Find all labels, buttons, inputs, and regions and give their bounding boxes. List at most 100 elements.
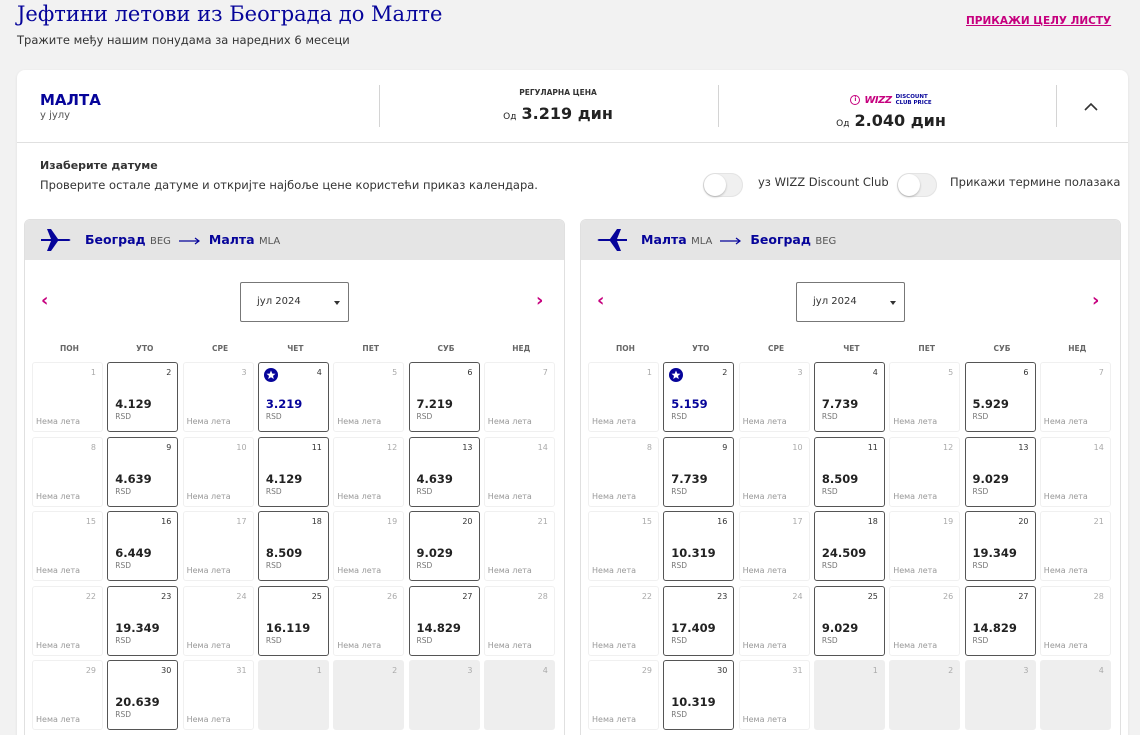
day-number: 6 (1023, 368, 1029, 377)
day-number: 9 (166, 442, 172, 452)
select-dates-title: Изаберите датуме (40, 159, 158, 172)
month-select[interactable]: јул 2024 (796, 282, 905, 322)
day-number: 29 (85, 666, 96, 675)
day-price: 10.319 (671, 695, 716, 709)
calendar-day[interactable]: 9 4.639 RSD (107, 436, 179, 507)
day-price: 4.129 (115, 397, 152, 411)
calendar-day[interactable]: 27 14.829 RSD (408, 585, 480, 656)
destination-summary[interactable]: МАЛТА у јулу РЕГУЛАРНА ЦЕНА Од 3.219 дин… (17, 70, 1128, 143)
no-flights-label: Нема лета (742, 566, 787, 575)
calendar-day[interactable]: 6 7.219 RSD (408, 362, 480, 432)
calendar-day: 5 Нема лета (889, 362, 961, 432)
calendar-day[interactable]: 2 4.129 RSD (107, 362, 179, 432)
regular-price-block: РЕГУЛАРНА ЦЕНА Од 3.219 дин (408, 86, 708, 123)
day-number: 9 (722, 442, 728, 452)
day-number: 26 (943, 591, 954, 601)
info-icon[interactable]: i (850, 95, 861, 105)
day-number: 3 (241, 368, 247, 377)
no-flights-label: Нема лета (1043, 566, 1088, 575)
no-flights-label: Нема лета (592, 491, 637, 501)
calendar-day[interactable]: 20 9.029 RSD (408, 511, 480, 581)
calendar-day[interactable]: 11 8.509 RSD (813, 436, 885, 507)
prev-month-chevron-icon[interactable]: ‹ (597, 290, 604, 311)
no-flights-label: Нема лета (487, 417, 532, 426)
select-dates-subtitle: Проверите остале датуме и откријте најбо… (40, 178, 538, 192)
day-price: 8.509 (821, 471, 859, 486)
calendar-day[interactable]: 27 14.829 RSD (964, 585, 1036, 656)
calendar-day[interactable]: 16 10.319 RSD (663, 511, 735, 581)
day-currency: RSD (115, 412, 132, 421)
calendar-day: 21 Нема лета (1039, 511, 1111, 581)
calendar-day: 12 Нема лета (333, 436, 405, 507)
day-price: 19.349 (115, 620, 160, 635)
day-price: 9.029 (821, 620, 859, 635)
calendar-day[interactable]: 4 7.739 RSD (813, 362, 885, 432)
next-month-chevron-icon[interactable]: › (536, 290, 543, 311)
no-flights-label: Нема лета (592, 566, 637, 575)
day-currency: RSD (265, 412, 282, 421)
from-code: MLA (691, 236, 713, 247)
no-flights-label: Нема лета (36, 715, 81, 724)
calendar-day[interactable]: 30 10.319 RSD (663, 660, 735, 730)
day-number: 17 (792, 517, 803, 526)
calendar-day: 12 Нема лета (889, 436, 961, 507)
calendar-day[interactable]: 2 5.159 RSD (663, 362, 735, 432)
calendar-day[interactable]: 30 20.639 RSD (107, 660, 179, 730)
month-select[interactable]: јул 2024 (240, 282, 349, 322)
day-currency: RSD (972, 635, 989, 645)
day-price: 20.639 (115, 695, 160, 709)
calendar-day[interactable]: 6 5.929 RSD (964, 362, 1036, 432)
day-number: 4 (542, 666, 548, 675)
day-number: 11 (311, 442, 322, 452)
calendar-day[interactable]: 18 8.509 RSD (257, 511, 329, 581)
calendar-day[interactable]: 25 16.119 RSD (257, 585, 329, 656)
calendar-day[interactable]: 9 7.739 RSD (663, 436, 735, 507)
destination-name: МАЛТА (40, 91, 101, 109)
departure-times-toggle[interactable] (897, 173, 937, 197)
day-number: 4 (1098, 666, 1104, 675)
day-number: 11 (867, 442, 878, 452)
calendar-day: 29 Нема лета (32, 660, 103, 730)
calendar-day[interactable]: 13 9.029 RSD (964, 436, 1036, 507)
day-number: 31 (792, 666, 803, 675)
calendar-day: 22 Нема лета (32, 585, 103, 656)
day-number: 17 (236, 517, 247, 526)
calendar-day: 14 Нема лета (483, 436, 555, 507)
calendar-day: 1 Нема лета (588, 362, 659, 432)
day-number: 14 (537, 442, 548, 452)
chevron-up-icon[interactable] (1079, 95, 1103, 119)
caret-down-icon (334, 301, 340, 305)
calendar-day: 19 Нема лета (333, 511, 405, 581)
calendar-day: 31 Нема лета (182, 660, 254, 730)
weekday-label: СУБ (437, 344, 455, 353)
calendar-day[interactable]: 16 6.449 RSD (107, 511, 179, 581)
calendar-day[interactable]: 13 4.639 RSD (408, 436, 480, 507)
day-currency: RSD (115, 710, 132, 719)
page-title: Јефтини летови из Београда до Малте (17, 2, 443, 26)
show-all-link[interactable]: ПРИКАЖИ ЦЕЛУ ЛИСТУ (966, 15, 1111, 27)
day-number: 3 (467, 666, 473, 675)
calendar-day[interactable]: 25 9.029 RSD (813, 585, 885, 656)
day-currency: RSD (821, 486, 838, 496)
day-price: 17.409 (671, 620, 716, 635)
next-month-chevron-icon[interactable]: › (1092, 290, 1099, 311)
day-price: 7.739 (671, 471, 708, 486)
calendar-day[interactable]: 4 3.219 RSD (257, 362, 329, 432)
calendar-day: 28 Нема лета (1039, 585, 1111, 656)
day-number: 30 (161, 666, 172, 675)
calendar-day[interactable]: 20 19.349 RSD (964, 511, 1036, 581)
day-number: 2 (166, 368, 172, 377)
calendar-day: 3 (964, 660, 1036, 730)
calendar-day[interactable]: 23 19.349 RSD (107, 585, 179, 656)
arrow-right-icon (720, 233, 742, 248)
no-flights-label: Нема лета (337, 417, 382, 426)
day-number: 12 (943, 442, 954, 452)
calendar-day[interactable]: 11 4.129 RSD (257, 436, 329, 507)
no-flights-label: Нема лета (592, 417, 637, 426)
day-price: 9.029 (416, 546, 453, 560)
prev-month-chevron-icon[interactable]: ‹ (41, 290, 48, 311)
day-number: 1 (872, 666, 878, 675)
calendar-day[interactable]: 18 24.509 RSD (813, 511, 885, 581)
wdc-toggle[interactable] (703, 173, 743, 197)
calendar-day[interactable]: 23 17.409 RSD (663, 585, 735, 656)
